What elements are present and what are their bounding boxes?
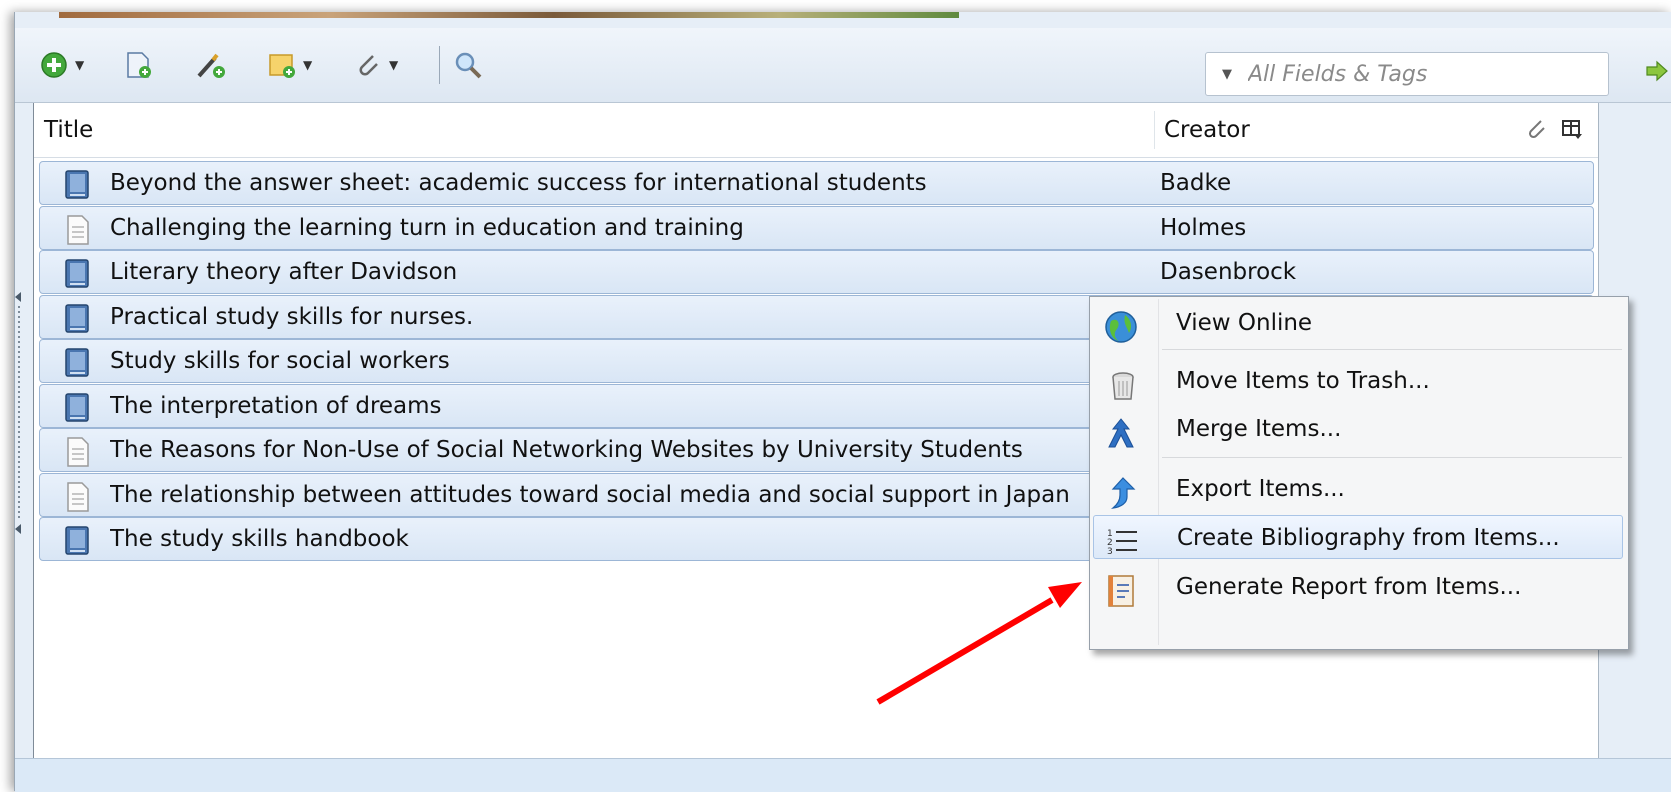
item-creator: Badke [1160,170,1232,196]
table-row[interactable]: Beyond the answer sheet: academic succes… [39,161,1594,205]
menu-item-label: Create Bibliography from Items... [1177,525,1560,551]
book-icon [64,526,92,560]
menu-item-label: View Online [1176,310,1313,336]
chevron-down-icon: ▼ [75,58,85,72]
add-attachment-button[interactable]: ▼ [353,50,398,80]
search-input[interactable] [1246,60,1550,88]
book-icon [64,348,92,382]
toolbar-separator [439,46,440,84]
context-menu: View Online Move Items to Trash... Merge… [1089,296,1629,650]
top-strip [59,12,959,18]
menu-item-view-online[interactable]: View Online [1093,301,1623,345]
item-title: Literary theory after Davidson [110,259,458,285]
search-mode-dropdown-icon[interactable]: ▼ [1222,67,1232,82]
item-title: The relationship between attitudes towar… [110,481,1070,508]
menu-separator [1162,457,1622,458]
item-title: Challenging the learning turn in educati… [110,214,744,241]
chevron-down-icon: ▼ [389,58,399,72]
globe-icon [1105,311,1137,343]
column-picker-icon[interactable] [1560,117,1584,141]
column-header: Title Creator [34,103,1598,158]
menu-item-generate-report[interactable]: Generate Report from Items... [1093,565,1623,609]
chevron-down-icon: ▼ [303,58,313,72]
menu-item-label: Export Items... [1176,476,1345,502]
attachments-column-icon[interactable] [1524,117,1548,141]
table-row[interactable]: Literary theory after Davidson Dasenbrock [39,250,1594,294]
book-icon [64,170,92,204]
new-item-button[interactable]: ▼ [39,50,84,80]
trash-icon [1112,372,1134,400]
pane-collapse-ticks[interactable] [13,292,25,552]
document-icon [64,437,92,471]
magnifier-icon [455,52,482,79]
menu-separator [1162,349,1622,350]
report-icon [1108,575,1134,607]
book-icon [64,392,92,427]
item-creator: Dasenbrock [1160,259,1297,285]
paperclip-icon [359,55,378,76]
new-note-from-page-button[interactable] [123,50,153,80]
bibliography-icon: 1 2 3 [1107,529,1137,557]
item-title: The interpretation of dreams [110,392,442,419]
menu-item-label: Generate Report from Items... [1176,574,1522,600]
svg-text:3: 3 [1107,547,1113,557]
new-document-icon [127,52,151,78]
export-icon [1110,477,1136,509]
menu-item-label: Merge Items... [1176,416,1342,442]
table-row[interactable]: Challenging the learning turn in educati… [39,205,1594,250]
status-bar [15,758,1671,792]
item-title: Practical study skills for nurses. [110,303,474,330]
item-title: The Reasons for Non-Use of Social Networ… [110,437,1023,463]
item-creator: Holmes [1160,214,1247,241]
book-icon [64,259,92,293]
item-title: The study skills handbook [110,526,409,552]
toolbar: ▼ ▼ ▼ ▼ All Fields & Tags [15,28,1671,103]
column-title[interactable]: Title [44,117,93,143]
add-icon [41,52,67,78]
search-field[interactable]: ▼ [1205,52,1609,96]
document-icon [64,214,92,249]
add-by-identifier-button[interactable] [195,50,227,80]
menu-item-create-bibliography[interactable]: 1 2 3 Create Bibliography from Items... [1093,515,1623,559]
advanced-search-button[interactable] [453,50,483,80]
menu-item-move-to-trash[interactable]: Move Items to Trash... [1093,359,1623,403]
menu-item-export-items[interactable]: Export Items... [1093,467,1623,511]
magic-wand-icon [197,53,225,78]
forward-arrow-icon[interactable] [1645,60,1669,82]
column-divider[interactable] [1154,111,1155,149]
merge-icon [1108,418,1134,448]
menu-item-label: Move Items to Trash... [1176,368,1430,394]
item-title: Beyond the answer sheet: academic succes… [110,170,927,196]
column-creator[interactable]: Creator [1164,117,1250,143]
zotero-window: ▼ ▼ ▼ ▼ All Fields & Tags Title Creator … [13,12,1671,792]
menu-item-merge-items[interactable]: Merge Items... [1093,407,1623,451]
item-title: Study skills for social workers [110,348,450,374]
document-icon [64,481,92,516]
book-icon [64,303,92,338]
new-note-button[interactable]: ▼ [267,50,312,80]
note-icon [269,54,295,78]
